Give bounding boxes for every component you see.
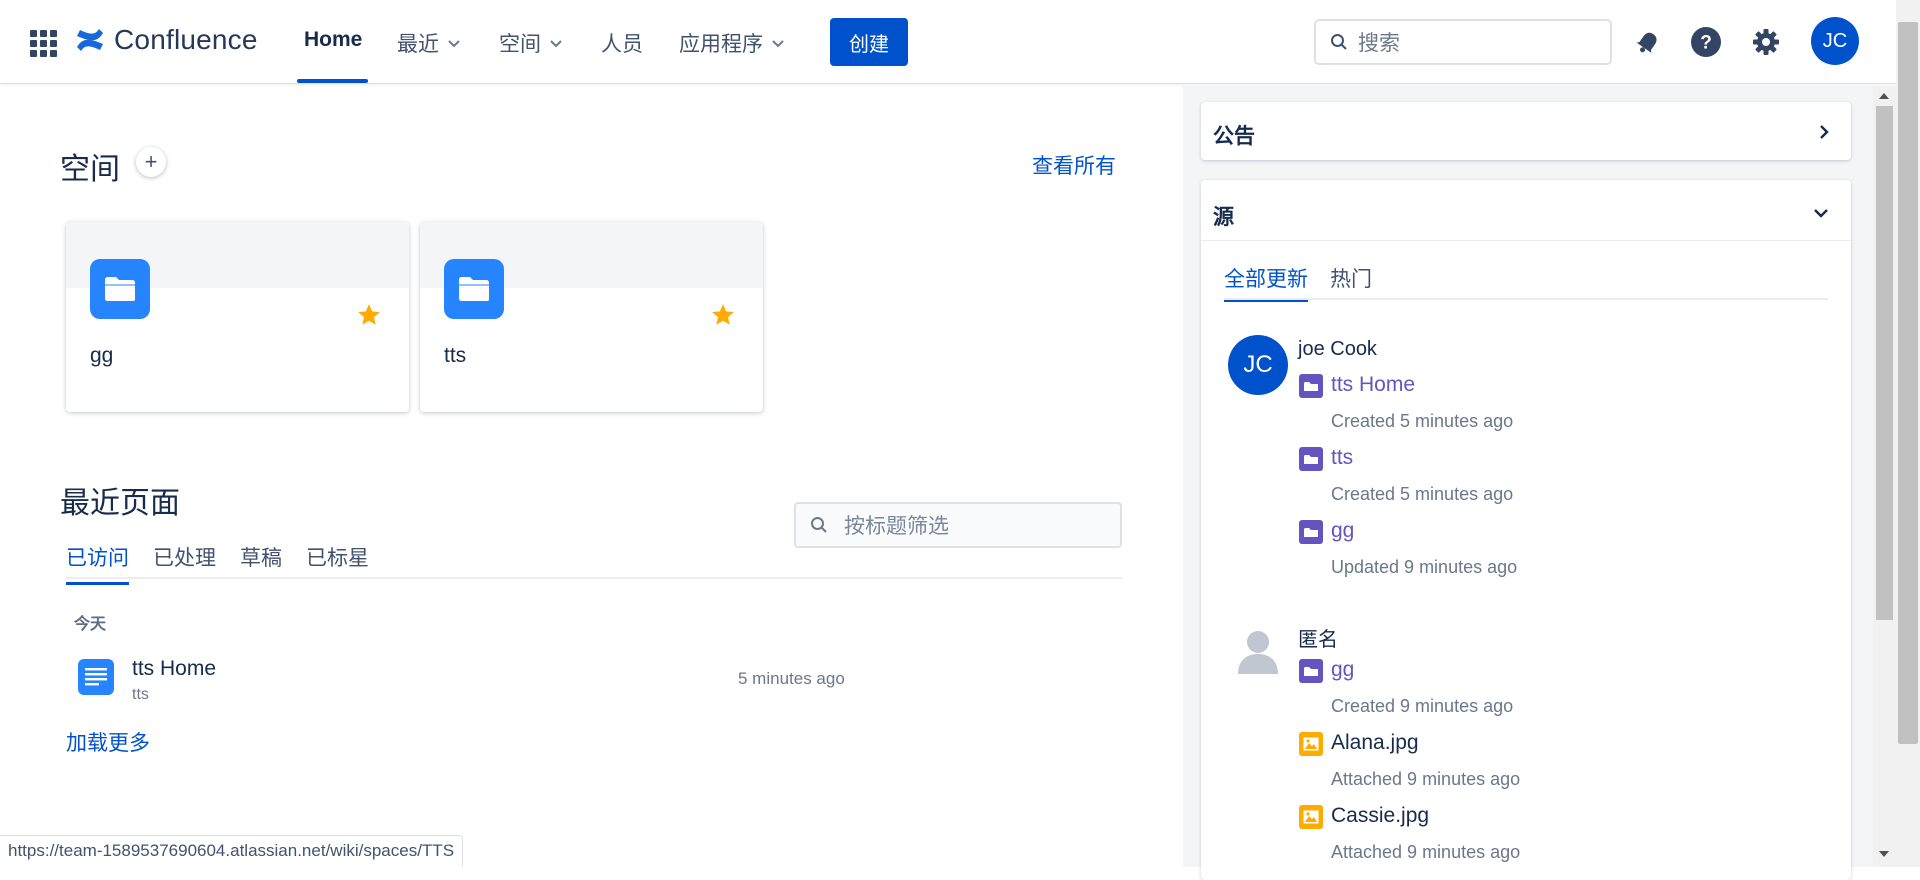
app-switcher-icon[interactable] (30, 30, 57, 57)
settings-button[interactable] (1746, 22, 1786, 62)
notifications-button[interactable] (1628, 22, 1668, 62)
feed-user-name[interactable]: joe Cook (1298, 338, 1377, 361)
nav-active-indicator (297, 79, 368, 83)
feed-item-meta: Created 5 minutes ago (1331, 411, 1514, 431)
feed-item-meta: Attached 9 minutes ago (1331, 769, 1521, 789)
feed-item-meta: Created 5 minutes ago (1331, 484, 1514, 504)
feed-item-link[interactable]: gg (1331, 519, 1354, 543)
scroll-up-arrow-icon[interactable] (1878, 91, 1890, 101)
tabs-divider (66, 577, 1122, 579)
svg-text:?: ? (1700, 33, 1712, 54)
scroll-down-arrow-icon[interactable] (1878, 849, 1890, 859)
spaces-heading: 空间 (60, 153, 120, 186)
recent-pages-heading: 最近页面 (60, 487, 180, 520)
confluence-logo-icon (77, 29, 103, 51)
page-icon (78, 659, 114, 695)
feed-item-link[interactable]: Alana.jpg (1331, 731, 1419, 755)
nav-apps[interactable]: 应用程序 (679, 28, 785, 58)
tab-popular[interactable]: 热门 (1330, 263, 1372, 302)
nav-people[interactable]: 人员 (601, 28, 643, 58)
filter-placeholder: 按标题筛选 (844, 515, 949, 538)
feed-item-meta: Created 9 minutes ago (1331, 696, 1514, 716)
announcements-title: 公告 (1213, 125, 1255, 148)
plus-icon: + (144, 149, 158, 174)
feed-item-link[interactable]: tts Home (1331, 373, 1415, 397)
feed-tabs-divider (1224, 298, 1828, 300)
load-more-link[interactable]: 加载更多 (66, 727, 150, 757)
feed-tabs: 全部更新 热门 (1224, 263, 1372, 302)
group-label-today: 今天 (74, 616, 107, 633)
product-name: Confluence (114, 24, 258, 55)
status-url-bar: https://team-1589537690604.atlassian.net… (0, 835, 464, 867)
space-icon (1299, 659, 1323, 683)
space-icon (1299, 520, 1323, 544)
nav-spaces-label: 空间 (499, 33, 541, 56)
gear-icon (1753, 29, 1779, 55)
see-all-spaces-link[interactable]: 查看所有 (1032, 150, 1116, 180)
tab-all-updates[interactable]: 全部更新 (1224, 263, 1308, 302)
chevron-down-icon (772, 40, 784, 48)
chevron-down-icon[interactable] (1813, 206, 1829, 220)
folder-icon (444, 259, 504, 319)
create-button[interactable]: 创建 (830, 18, 908, 66)
space-icon (1299, 374, 1323, 398)
space-card[interactable]: tts (420, 222, 763, 412)
nav-recent[interactable]: 最近 (397, 28, 461, 58)
feed-title: 源 (1213, 206, 1234, 229)
folder-icon (90, 259, 150, 319)
nav-spaces[interactable]: 空间 (499, 28, 563, 58)
image-icon (1299, 805, 1323, 829)
search-icon (811, 517, 827, 533)
star-icon[interactable] (356, 302, 382, 333)
nav-apps-label: 应用程序 (679, 33, 763, 56)
feed-divider (1201, 240, 1851, 241)
feed-item-meta: Attached 9 minutes ago (1331, 842, 1521, 862)
feed-item-link[interactable]: tts (1331, 446, 1353, 470)
nav-people-label: 人员 (601, 33, 643, 56)
page-scrollbar-thumb[interactable] (1898, 22, 1918, 744)
star-icon[interactable] (710, 302, 736, 333)
chevron-right-icon (1820, 125, 1829, 139)
search-input[interactable]: 搜索 (1314, 19, 1612, 65)
feed-user-name: 匿名 (1298, 629, 1338, 651)
feed-item-link[interactable]: Cassie.jpg (1331, 804, 1429, 828)
add-space-button[interactable]: + (136, 147, 166, 177)
space-card[interactable]: gg (66, 222, 409, 412)
help-button[interactable]: ? (1686, 22, 1726, 62)
chevron-down-icon (550, 40, 562, 48)
chevron-down-icon (448, 40, 460, 48)
announcements-panel[interactable]: 公告 (1201, 102, 1851, 160)
space-icon (1299, 447, 1323, 471)
image-icon (1299, 732, 1323, 756)
avatar[interactable]: JC (1228, 335, 1288, 395)
recent-page-title[interactable]: tts Home (132, 657, 216, 681)
user-avatar[interactable]: JC (1811, 17, 1859, 65)
nav-home-label: Home (304, 28, 363, 51)
bell-icon (1636, 32, 1657, 53)
confluence-logo[interactable]: Confluence (76, 24, 258, 56)
top-navigation: Confluence Home 最近 空间 人员 应用程序 创建 搜索 ? JC (0, 0, 1896, 84)
recent-page-time: 5 minutes ago (738, 669, 845, 688)
nav-recent-label: 最近 (397, 33, 439, 56)
space-name: tts (444, 344, 467, 367)
recent-page-space: tts (132, 686, 149, 703)
search-placeholder: 搜索 (1358, 32, 1400, 55)
help-icon: ? (1691, 27, 1721, 57)
search-icon (1331, 34, 1347, 50)
title-filter-input[interactable]: 按标题筛选 (794, 502, 1122, 548)
nav-home[interactable]: Home (304, 28, 362, 52)
feed-item-link[interactable]: gg (1331, 658, 1354, 682)
space-name: gg (90, 344, 114, 367)
feed-item-meta: Updated 9 minutes ago (1331, 557, 1518, 577)
anonymous-avatar-icon (1228, 620, 1288, 680)
side-panel-scrollbar-thumb[interactable] (1876, 106, 1893, 620)
